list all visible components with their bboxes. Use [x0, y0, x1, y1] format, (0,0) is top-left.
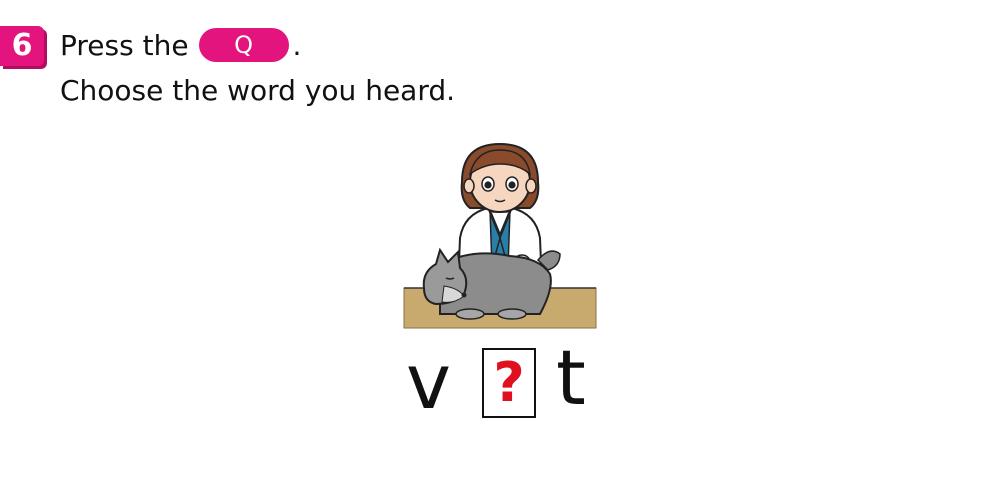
last-letter: t	[556, 333, 586, 422]
vet-with-dog-illustration	[400, 138, 600, 330]
first-letter: v	[406, 337, 451, 426]
instruction-line: Press the Q .	[60, 24, 301, 66]
missing-letter-box: ?	[482, 348, 536, 418]
target-word: v ? t	[400, 336, 600, 426]
instruction-suffix: .	[292, 28, 302, 62]
prompt-text: Choose the word you heard.	[60, 74, 456, 107]
question-number-badge: 6	[0, 26, 44, 66]
instruction-prefix: Press the	[60, 28, 189, 62]
q-key-button[interactable]: Q	[198, 28, 289, 62]
